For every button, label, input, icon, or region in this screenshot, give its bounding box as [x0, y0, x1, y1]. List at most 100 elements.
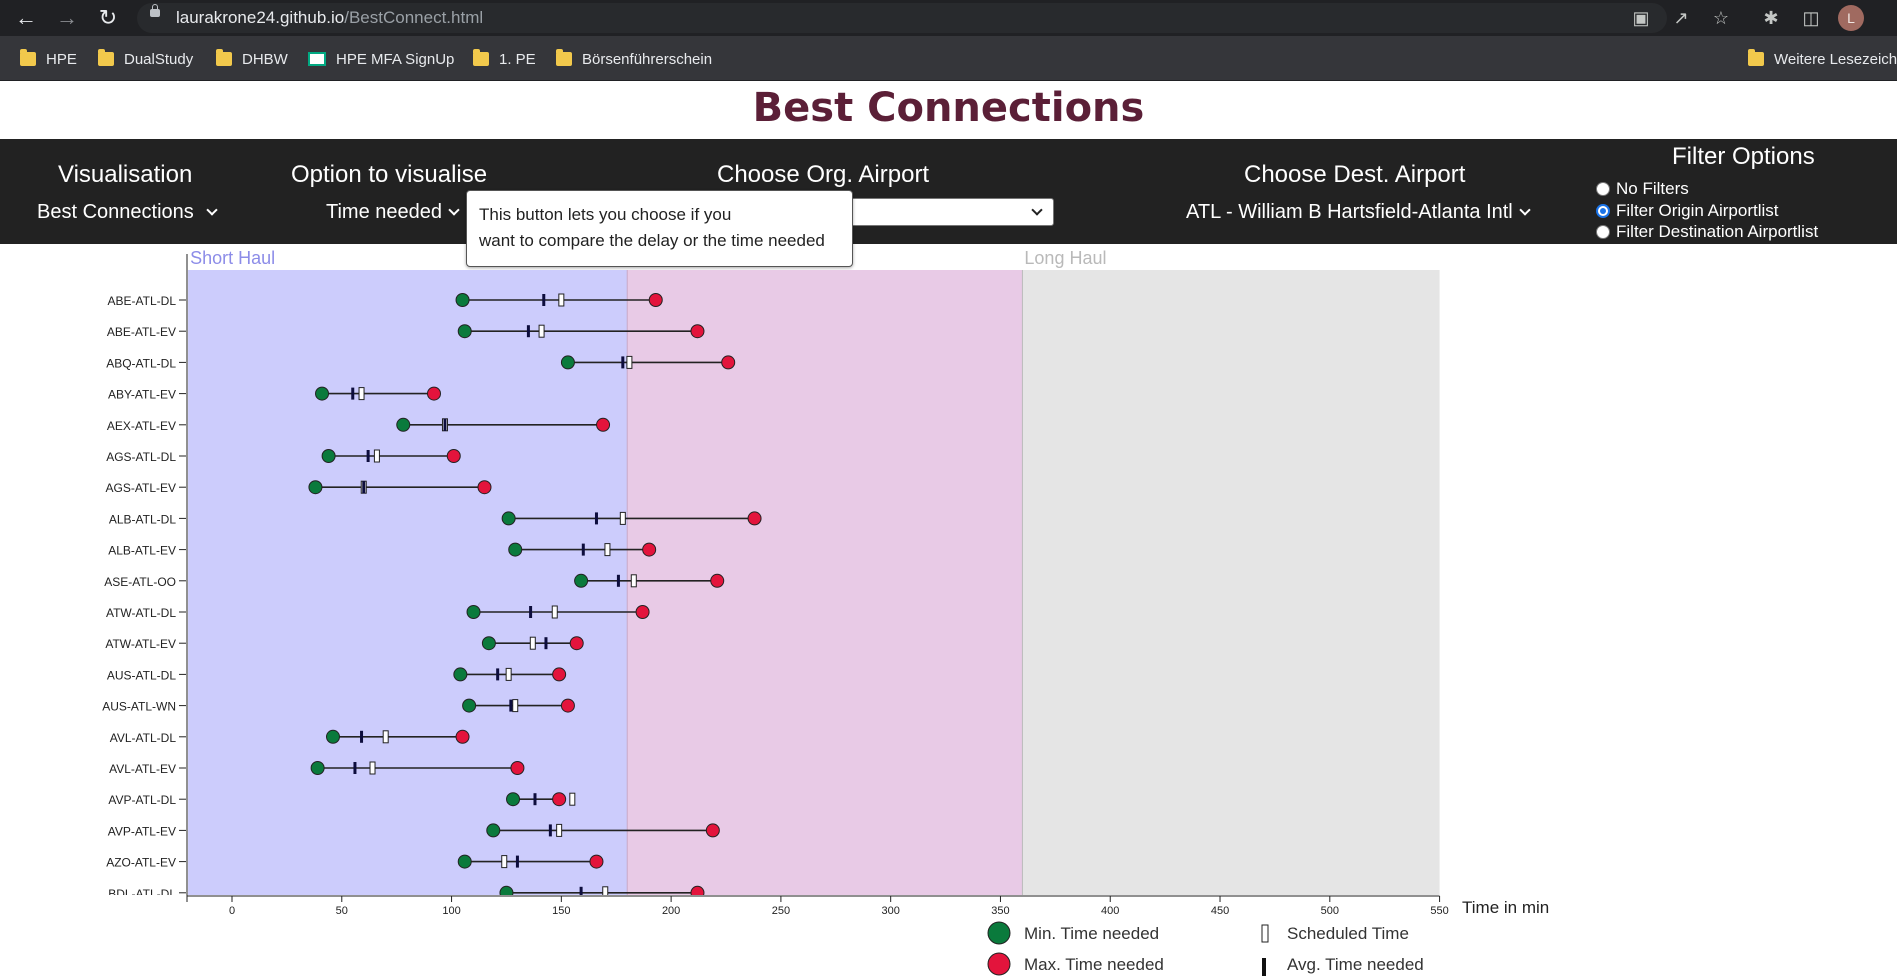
min-dot — [396, 417, 411, 432]
x-tick-label: 200 — [662, 905, 680, 917]
band-2 — [1022, 270, 1440, 895]
scheduled-marker — [556, 823, 563, 837]
avg-marker — [353, 762, 357, 774]
max-dot — [552, 792, 567, 807]
scheduled-marker — [602, 886, 609, 895]
x-tick-label: 500 — [1321, 905, 1339, 917]
radio-label: No Filters — [1616, 179, 1689, 198]
chevron-down-icon — [448, 204, 460, 216]
share-icon[interactable]: ↗ — [1668, 5, 1694, 31]
min-dot — [486, 823, 501, 838]
avg-marker — [533, 793, 537, 806]
scheduled-marker — [512, 699, 519, 713]
lock-icon[interactable] — [150, 4, 160, 17]
scheduled-marker — [558, 293, 565, 307]
row-label: ATW-ATL-DL — [106, 606, 176, 620]
org-airport-select[interactable] — [818, 198, 1054, 226]
max-dot — [747, 511, 762, 526]
radio-button-checked[interactable] — [1596, 204, 1610, 218]
url-text[interactable]: laurakrone24.github.io/BestConnect.html — [176, 8, 483, 28]
best-connections-chart: Short Haul Long Haul ABE-ATL-DL ABE-ATL-EV A… — [102, 248, 1549, 976]
row-label: ABQ-ATL-DL — [106, 356, 176, 370]
x-tick-label: 250 — [772, 905, 790, 917]
bookmark-label: DualStudy — [124, 50, 194, 68]
dest-airport-dropdown[interactable]: ATL - William B Hartsfield-Atlanta Intl — [1186, 201, 1531, 224]
bookmark-label: Weitere Lesezeichen — [1774, 50, 1897, 68]
dest-airport-heading: Choose Dest. Airport — [1244, 161, 1466, 188]
x-tick-label: 450 — [1211, 905, 1229, 917]
filter-no-filters[interactable]: No Filters — [1596, 179, 1689, 199]
row-label: AGS-ATL-DL — [106, 450, 176, 464]
bookmark-hpe-mfa-signup[interactable]: HPE MFA SignUp — [308, 48, 454, 70]
bookmark-star-icon[interactable]: ☆ — [1708, 5, 1734, 31]
visualisation-dropdown[interactable]: Best Connections — [37, 201, 218, 224]
bookmarks-bar: HPE DualStudy DHBW HPE MFA SignUp 1. PE … — [0, 36, 1897, 81]
avg-marker — [542, 294, 546, 306]
max-dot — [569, 636, 584, 651]
folder-icon — [20, 49, 36, 66]
scheduled-marker — [505, 667, 512, 681]
bookmark-label: HPE MFA SignUp — [336, 50, 455, 68]
bookmark-1-pe[interactable]: 1. PE — [473, 48, 536, 70]
filter-origin-airportlist[interactable]: Filter Origin Airportlist — [1596, 201, 1778, 221]
scheduled-marker — [538, 324, 545, 338]
scheduled-marker — [529, 636, 536, 650]
avg-marker — [509, 699, 513, 712]
dest-airport-value: ATL - William B Hartsfield-Atlanta Intl — [1186, 201, 1513, 223]
folder-icon — [98, 49, 114, 66]
bookmark-dualstudy[interactable]: DualStudy — [98, 48, 193, 70]
chevron-down-icon — [1519, 204, 1531, 216]
min-dot — [455, 293, 470, 307]
min-dot — [560, 355, 575, 370]
side-panel-icon[interactable]: ◫ — [1798, 5, 1824, 31]
min-dot — [501, 511, 516, 526]
scheduled-marker — [604, 543, 611, 557]
radio-button[interactable] — [1596, 225, 1610, 239]
max-dot — [710, 573, 725, 588]
radio-button[interactable] — [1596, 182, 1610, 196]
legend-scheduled-label: Scheduled Time — [1287, 924, 1409, 943]
tooltip-line: This button lets you choose if you — [479, 205, 732, 224]
translate-icon[interactable]: ▣ — [1628, 5, 1654, 31]
visualisation-heading: Visualisation — [58, 161, 193, 188]
scheduled-marker — [569, 792, 576, 806]
bookmark-dhbw[interactable]: DHBW — [216, 48, 288, 70]
min-dot — [308, 480, 323, 495]
folder-icon — [556, 49, 572, 66]
row-label: AEX-ATL-EV — [107, 419, 176, 433]
avg-marker — [616, 574, 620, 587]
forward-arrow-icon[interactable]: → — [53, 4, 81, 32]
scheduled-marker — [358, 387, 365, 401]
chevron-down-icon — [206, 204, 218, 216]
min-dot — [321, 449, 336, 463]
bookmark-boersenfuehrerschein[interactable]: Börsenführerschein — [556, 48, 712, 70]
bookmark-other[interactable]: Weitere Lesezeichen — [1748, 48, 1897, 70]
scheduled-marker — [630, 574, 637, 588]
min-dot — [457, 854, 472, 869]
filter-destination-airportlist[interactable]: Filter Destination Airportlist — [1596, 222, 1818, 242]
row-label: AVP-ATL-DL — [108, 793, 176, 807]
max-dot — [510, 761, 525, 775]
row-label: AUS-ATL-WN — [102, 700, 176, 714]
avg-marker — [579, 886, 583, 895]
x-tick-label: 0 — [229, 905, 235, 917]
extensions-puzzle-icon[interactable]: ✱ — [1758, 5, 1784, 31]
bookmark-hpe[interactable]: HPE — [20, 48, 77, 70]
folder-icon — [1748, 49, 1764, 66]
option-dropdown[interactable]: Time needed — [326, 201, 460, 224]
visualisation-value: Best Connections — [37, 201, 194, 223]
filter-options-heading: Filter Options — [1672, 143, 1815, 170]
page-title: Best Connections — [752, 85, 1145, 131]
reload-icon[interactable]: ↻ — [94, 4, 122, 32]
row-label: ASE-ATL-OO — [104, 575, 176, 589]
back-arrow-icon[interactable]: ← — [12, 4, 40, 32]
avg-marker — [360, 730, 364, 743]
legend-max-dot — [987, 952, 1011, 976]
avg-marker — [581, 543, 585, 556]
org-airport-heading: Choose Org. Airport — [717, 161, 930, 188]
avg-marker — [548, 824, 552, 837]
scheduled-marker — [369, 761, 376, 775]
radio-label: Filter Destination Airportlist — [1616, 222, 1819, 241]
profile-avatar[interactable]: L — [1838, 5, 1864, 31]
x-tick-label: 350 — [991, 905, 1009, 917]
